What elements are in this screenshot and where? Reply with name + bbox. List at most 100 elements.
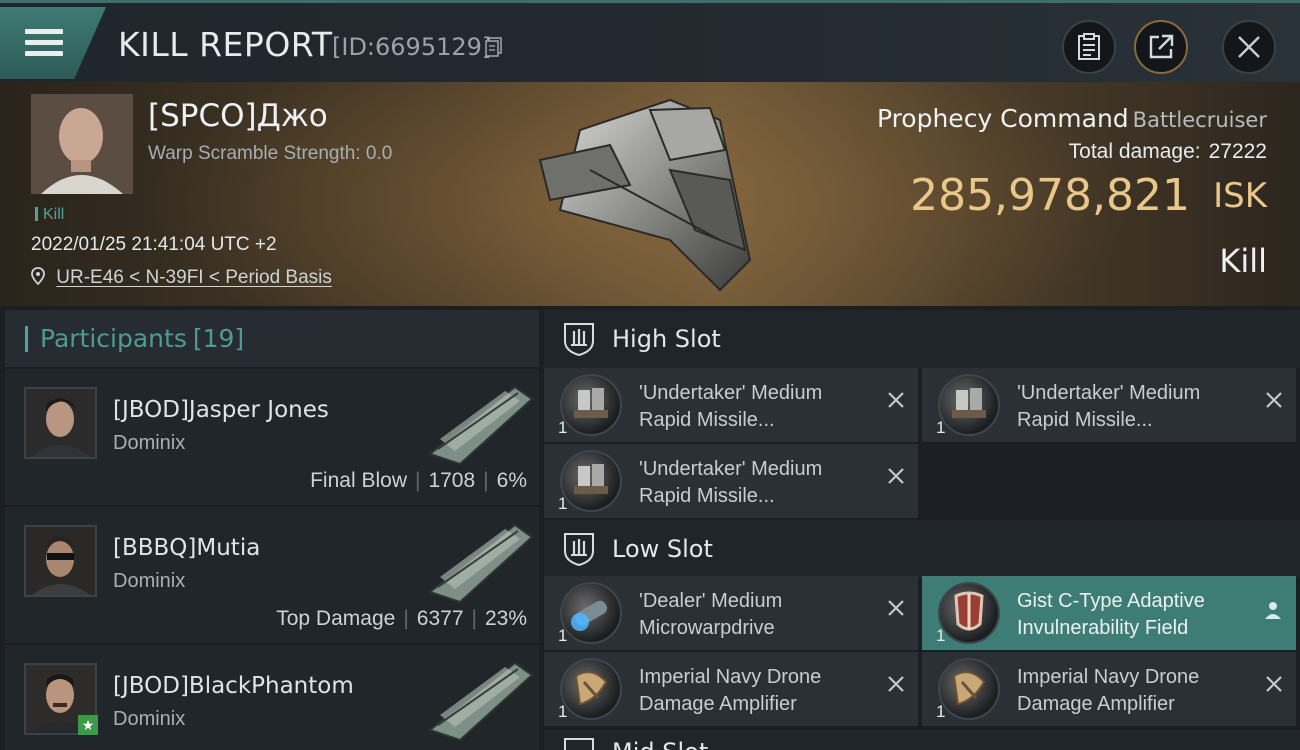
drone-damage-amplifier-icon xyxy=(560,658,622,720)
close-icon xyxy=(888,676,904,692)
high-slot-label: High Slot xyxy=(612,325,721,353)
page-title: KILL REPORT xyxy=(118,25,333,64)
microwarpdrive-icon xyxy=(560,582,622,644)
clipboard-icon xyxy=(1078,33,1100,60)
module-quantity: 1 xyxy=(936,626,946,645)
participant-avatar[interactable] xyxy=(24,525,97,597)
fitting-panel: High Slot 1 'Undertaker' Medium Rapid Mi… xyxy=(544,310,1300,750)
report-id: [ID:6695129] xyxy=(332,33,492,61)
rapid-missile-launcher-icon xyxy=(938,374,1000,436)
module-name: Imperial Navy Drone Damage Amplifier xyxy=(1017,666,1200,715)
participant-stats: Top Damage | 6377 | 23% xyxy=(276,607,527,630)
total-damage-value: 27222 xyxy=(1208,140,1267,163)
module-item[interactable]: 1 Imperial Navy Drone Damage Amplifier xyxy=(544,652,918,726)
module-item[interactable]: 1 'Undertaker' Medium Rapid Missile... xyxy=(544,368,918,442)
participant-role: Final Blow xyxy=(310,469,407,492)
drone-damage-amplifier-icon xyxy=(938,658,1000,720)
location-link[interactable]: UR-E46 < N-39FI < Period Basis xyxy=(56,267,332,288)
module-name: 'Undertaker' Medium Rapid Missile... xyxy=(1017,382,1201,431)
high-slot-header: High Slot xyxy=(544,310,1300,368)
participant-ship: Dominix xyxy=(113,570,186,592)
victim-avatar[interactable] xyxy=(31,94,133,194)
participant-avatar[interactable] xyxy=(24,387,97,459)
close-icon xyxy=(1238,36,1260,58)
participant-row[interactable]: [BBBQ]Mutia Dominix Top Damage | 6377 | 23% xyxy=(5,507,539,643)
result-label: Kill xyxy=(1219,242,1267,280)
menu-icon xyxy=(25,29,63,59)
low-slot-header: Low Slot xyxy=(544,520,1300,578)
share-button[interactable] xyxy=(1134,20,1188,74)
kill-summary-banner: [SPCO]Джо Warp Scramble Strength: 0.0 Ki… xyxy=(0,82,1300,306)
victim-ship-name: Prophecy Command xyxy=(876,104,1129,133)
close-button[interactable] xyxy=(1222,20,1276,74)
module-name: 'Dealer' Medium Microwarpdrive xyxy=(639,590,783,639)
module-name: Imperial Navy Drone Damage Amplifier xyxy=(639,666,822,715)
high-slot-icon xyxy=(564,323,594,357)
module-quantity: 1 xyxy=(936,418,946,437)
victim-ship-class: Battlecruiser xyxy=(1132,108,1267,132)
module-quantity: 1 xyxy=(558,626,568,645)
participant-row[interactable]: [JBOD]Jasper Jones Dominix Final Blow | 17… xyxy=(5,369,539,505)
kill-tag: Kill xyxy=(35,206,64,224)
close-icon xyxy=(888,468,904,484)
close-icon xyxy=(1266,392,1282,408)
mid-slot-icon xyxy=(564,738,594,750)
victim-name: [SPCO]Джо xyxy=(148,98,328,134)
kill-datetime: 2022/01/25 21:41:04 UTC +2 xyxy=(31,234,277,255)
participant-name: [JBOD]BlackPhantom xyxy=(113,673,354,699)
total-damage-label: Total damage: xyxy=(1068,140,1201,163)
kill-location[interactable]: UR-E46 < N-39FI < Period Basis xyxy=(31,267,332,289)
module-quantity: 1 xyxy=(558,418,568,437)
copy-icon[interactable] xyxy=(485,37,503,57)
rapid-missile-launcher-icon xyxy=(560,374,622,436)
star-badge-icon: ★ xyxy=(78,715,98,735)
participant-ship-image xyxy=(427,661,534,742)
participants-count: [19] xyxy=(192,324,245,353)
top-bar: KILL REPORT [ID:6695129] xyxy=(0,0,1300,82)
participant-name: [JBOD]Jasper Jones xyxy=(113,397,329,423)
module-name: Gist C-Type Adaptive Invulnerability Fie… xyxy=(1017,590,1205,639)
participant-percent: 23% xyxy=(484,607,527,630)
module-name: 'Undertaker' Medium Rapid Missile... xyxy=(639,382,823,431)
isk-unit: ISK xyxy=(1213,176,1267,216)
close-icon xyxy=(1266,676,1282,692)
person-icon xyxy=(1265,602,1281,619)
participant-ship-image xyxy=(427,523,534,604)
participant-damage: 1708 xyxy=(428,469,476,492)
participants-header[interactable]: Participants [19] xyxy=(5,310,539,367)
menu-button[interactable] xyxy=(0,7,106,79)
close-icon xyxy=(888,392,904,408)
module-quantity: 1 xyxy=(558,494,568,513)
participant-ship: Dominix xyxy=(113,708,186,730)
low-slot-label: Low Slot xyxy=(612,535,713,563)
victim-ship: Prophecy Command Battlecruiser xyxy=(877,104,1267,133)
total-damage: Total damage: 27222 xyxy=(1069,140,1267,164)
victim-ship-image xyxy=(538,98,752,292)
mid-slot-label: Mid Slot xyxy=(612,738,708,750)
module-name: 'Undertaker' Medium Rapid Missile... xyxy=(639,458,823,507)
mid-slot-header: Mid Slot xyxy=(544,730,1300,750)
share-icon xyxy=(1149,34,1174,59)
participant-name: [BBBQ]Mutia xyxy=(113,535,261,561)
close-icon xyxy=(888,600,904,616)
module-item[interactable]: 1 'Dealer' Medium Microwarpdrive xyxy=(544,576,918,650)
participant-stats: Final Blow | 1708 | 6% xyxy=(310,469,527,492)
module-item[interactable]: 1 Imperial Navy Drone Damage Amplifier xyxy=(922,652,1296,726)
participant-ship-image xyxy=(427,385,534,466)
module-item[interactable]: 1 Gist C-Type Adaptive Invulnerability F… xyxy=(922,576,1296,650)
location-pin-icon xyxy=(31,267,45,286)
participant-row[interactable]: ★ [JBOD]BlackPhantom Dominix xyxy=(5,645,539,750)
participant-damage: 6377 xyxy=(416,607,464,630)
participants-label: Participants xyxy=(40,324,187,353)
module-item[interactable]: 1 'Undertaker' Medium Rapid Missile... xyxy=(544,444,918,518)
module-quantity: 1 xyxy=(558,702,568,721)
rapid-missile-launcher-icon xyxy=(560,450,622,512)
module-item[interactable]: 1 'Undertaker' Medium Rapid Missile... xyxy=(922,368,1296,442)
invulnerability-field-icon xyxy=(938,582,1000,644)
clipboard-button[interactable] xyxy=(1062,20,1116,74)
low-slot-icon xyxy=(564,533,594,567)
participants-panel: Participants [19] [JBOD]Jasper Jones Dom… xyxy=(5,310,539,750)
module-quantity: 1 xyxy=(936,702,946,721)
warp-scramble-strength: Warp Scramble Strength: 0.0 xyxy=(148,143,393,164)
participant-ship: Dominix xyxy=(113,432,186,454)
